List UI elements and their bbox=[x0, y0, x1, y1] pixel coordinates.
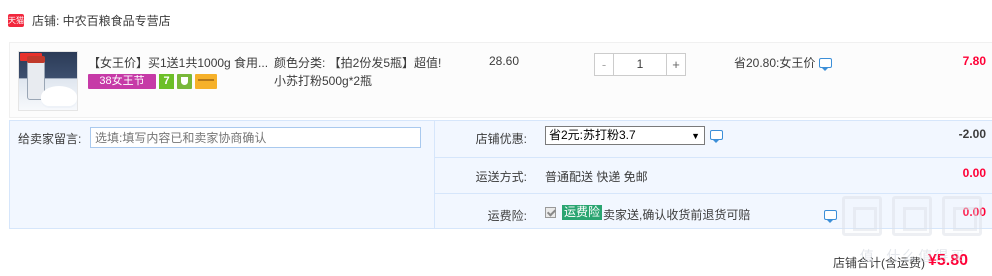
order-options-panel: 给卖家留言: 店铺优惠: 省2元:苏打粉3.7 ▼ -2.00 运送方式: 普通… bbox=[9, 120, 992, 229]
promo-select[interactable]: 省2元:苏打粉3.7 ▼ bbox=[545, 126, 705, 145]
panel-divider bbox=[434, 121, 435, 229]
quantity-input[interactable]: 1 bbox=[614, 53, 666, 76]
guarantee-shield-icon bbox=[177, 74, 192, 89]
dropdown-arrow-icon: ▼ bbox=[691, 131, 700, 141]
promo-amount: -2.00 bbox=[958, 127, 986, 141]
shipping-label: 运送方式: bbox=[475, 170, 527, 184]
quantity-decrease-button[interactable]: - bbox=[594, 53, 614, 76]
shipping-amount: 0.00 bbox=[962, 166, 986, 180]
memo-input[interactable] bbox=[90, 127, 421, 148]
promo-selected-value: 省2元:苏打粉3.7 bbox=[549, 128, 636, 142]
credit-card-icon bbox=[195, 74, 217, 89]
product-tags: 38女王节 7 bbox=[88, 74, 217, 89]
product-sku: 颜色分类: 【拍2份发5瓶】超值! 小苏打粉500g*2瓶 bbox=[274, 56, 442, 88]
item-subtotal: 7.80 bbox=[962, 54, 986, 68]
chat-bubble-icon[interactable] bbox=[824, 210, 837, 223]
tmall-badge-icon: 天猫 bbox=[8, 13, 24, 27]
memo-label: 给卖家留言: bbox=[18, 132, 82, 146]
order-item: 【女王价】买1送1共1000g 食用... 38女王节 7 颜色分类: 【拍2份… bbox=[9, 42, 992, 118]
unit-price: 28.60 bbox=[489, 54, 520, 68]
womens-day-tag: 38女王节 bbox=[88, 74, 156, 89]
insurance-label: 运费险: bbox=[487, 209, 527, 223]
chat-bubble-icon[interactable] bbox=[710, 130, 723, 143]
insurance-checkbox[interactable] bbox=[545, 207, 556, 218]
thumb-jar-cap bbox=[27, 56, 45, 63]
promo-label: 店铺优惠: bbox=[475, 132, 527, 146]
row-divider bbox=[434, 157, 992, 158]
quantity-stepper: - 1 + bbox=[594, 53, 686, 76]
quantity-increase-button[interactable]: + bbox=[666, 53, 686, 76]
thumb-powder bbox=[41, 86, 77, 108]
product-thumbnail[interactable] bbox=[18, 51, 78, 111]
shop-header: 天猫 店铺: 中农百粮食品专营店 bbox=[0, 0, 992, 40]
shop-name[interactable]: 店铺: 中农百粮食品专营店 bbox=[32, 12, 171, 29]
chat-bubble-icon[interactable] bbox=[819, 57, 833, 71]
product-title[interactable]: 【女王价】买1送1共1000g 食用... bbox=[88, 54, 278, 72]
discount-info: 省20.80:女王价 bbox=[734, 54, 833, 71]
shop-total-amount: ¥5.80 bbox=[928, 252, 969, 269]
discount-text: 省20.80:女王价 bbox=[734, 56, 816, 70]
shop-total-label: 店铺合计(含运费) bbox=[833, 256, 925, 270]
row-divider bbox=[434, 193, 992, 194]
seven-day-return-icon: 7 bbox=[159, 74, 174, 89]
shipping-method: 普通配送 快递 免邮 bbox=[545, 170, 648, 184]
insurance-amount: 0.00 bbox=[962, 205, 986, 219]
shop-total: 店铺合计(含运费) ¥5.80 bbox=[0, 252, 992, 276]
insurance-text: 卖家送,确认收货前退货可赔 bbox=[603, 208, 751, 222]
insurance-badge: 运费险 bbox=[562, 205, 603, 220]
